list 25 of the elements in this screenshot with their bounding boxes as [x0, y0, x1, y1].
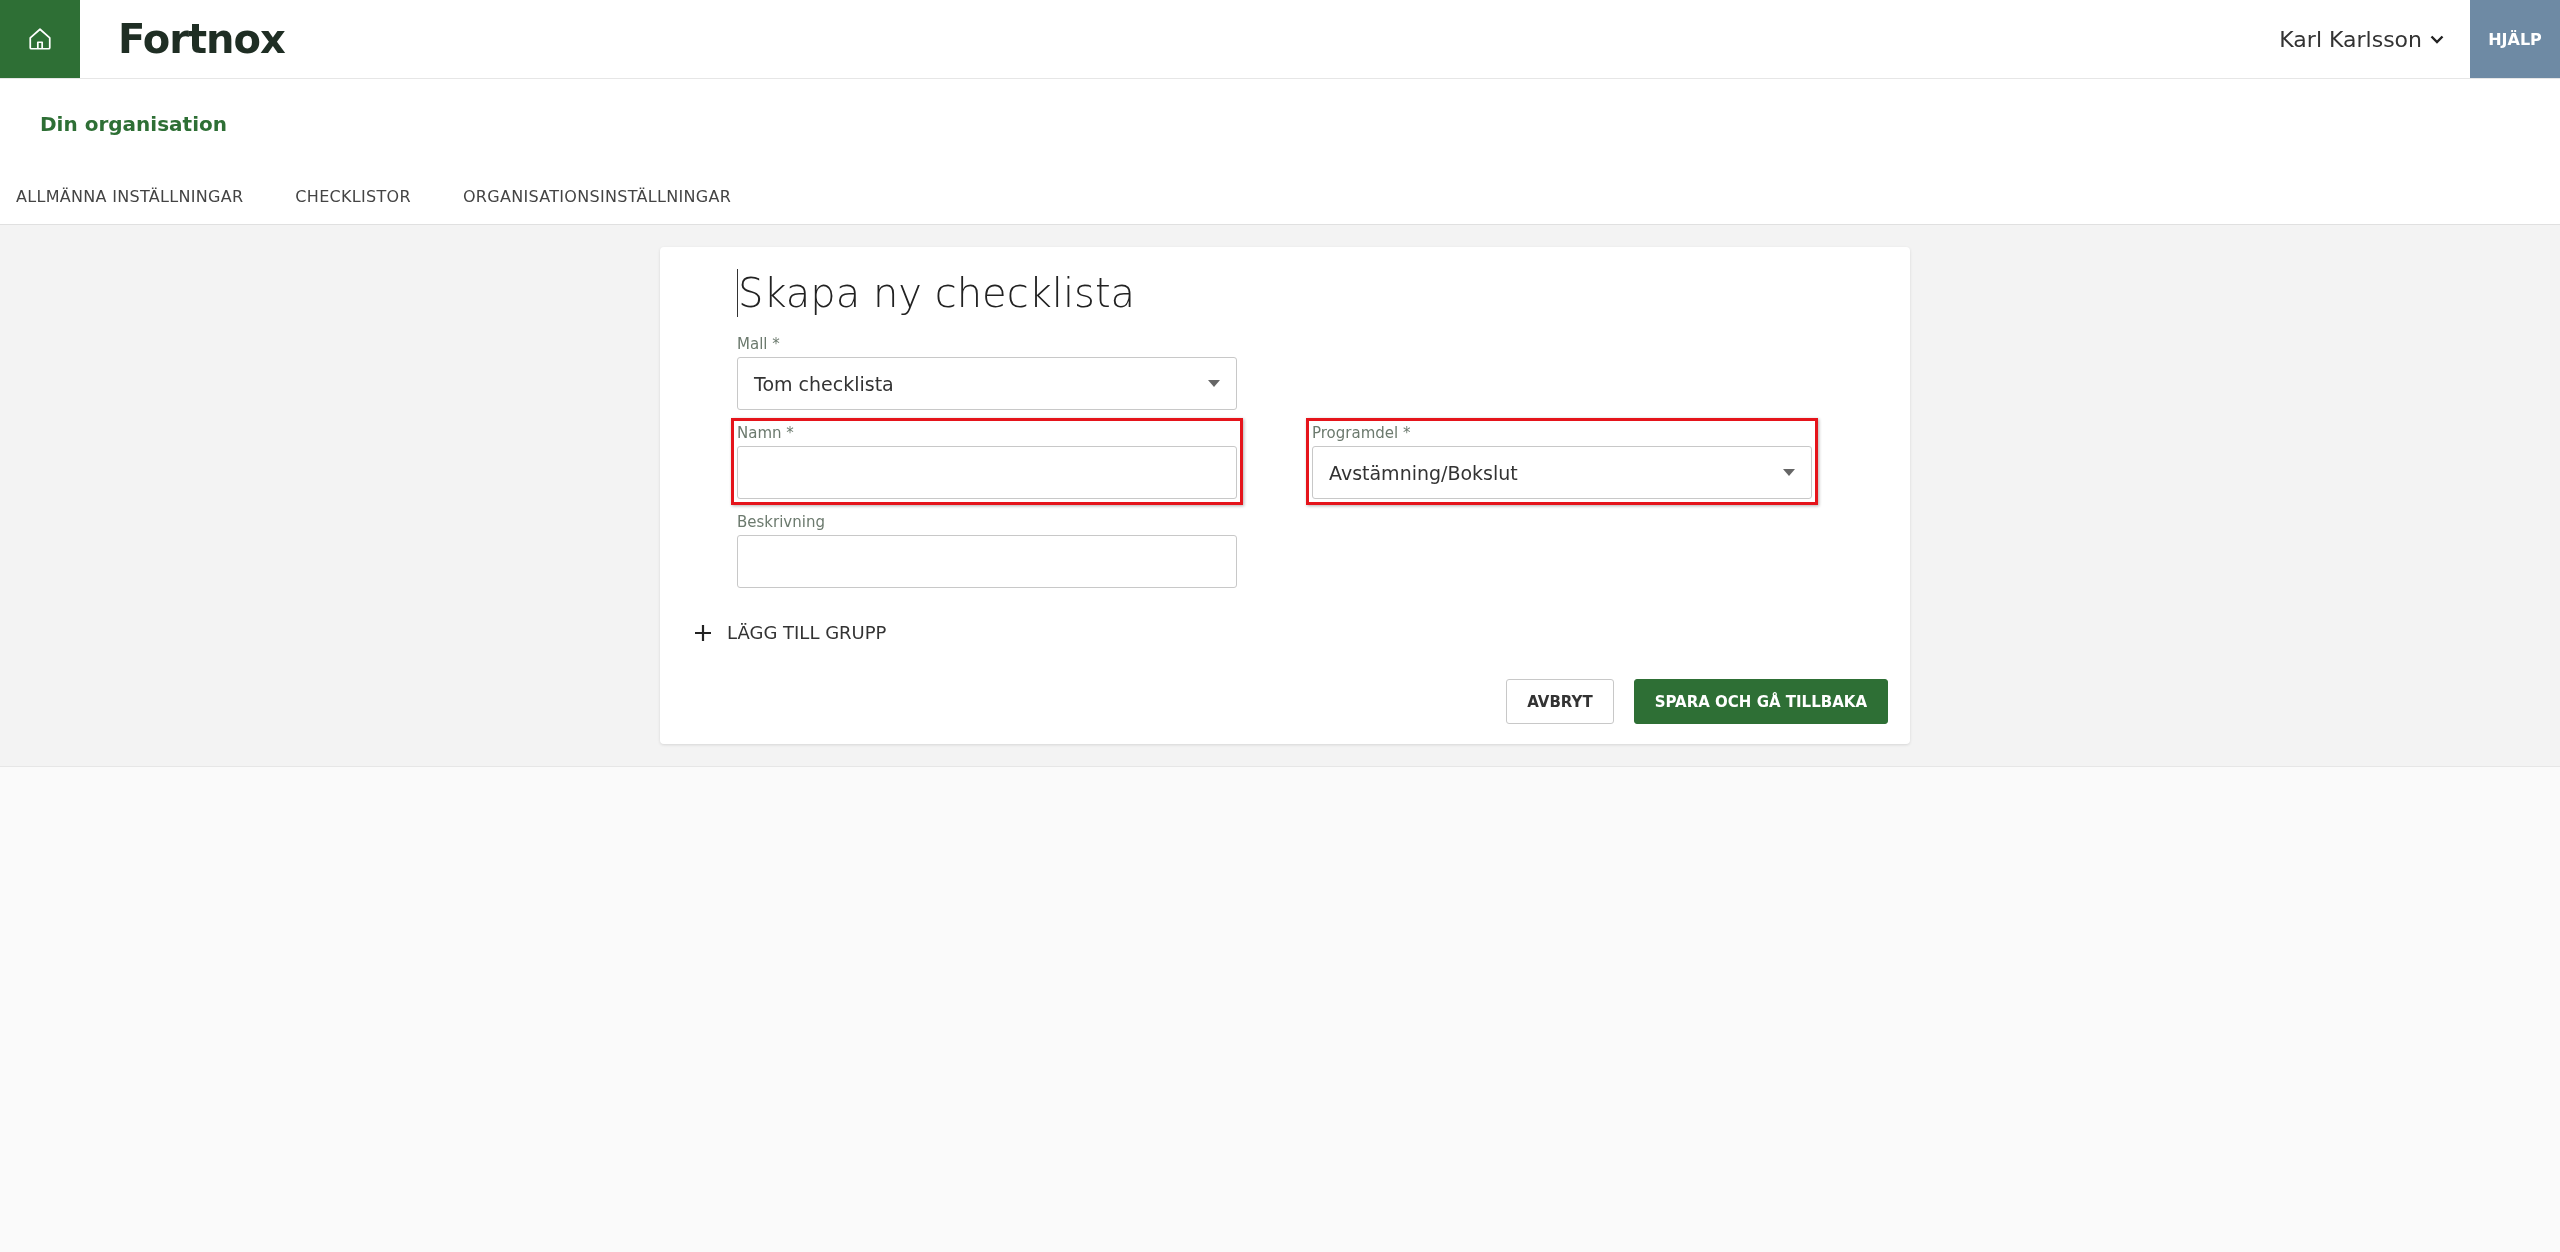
page-title: Din organisation — [40, 111, 227, 136]
tab[interactable]: ORGANISATIONSINSTÄLLNINGAR — [462, 186, 732, 206]
help-button[interactable]: HJÄLP — [2470, 0, 2560, 78]
field-label: Mall * — [737, 335, 781, 353]
chevron-down-icon — [2430, 34, 2444, 44]
cancel-button[interactable]: AVBRYT — [1506, 679, 1614, 724]
home-icon — [27, 26, 53, 52]
user-menu[interactable]: Karl Karlsson — [2273, 25, 2450, 53]
select-field[interactable]: Tom checklista — [737, 357, 1237, 410]
add-group-button[interactable]: LÄGG TILL GRUPP — [695, 622, 887, 643]
tab[interactable]: CHECKLISTOR — [295, 186, 411, 206]
field-label: Namn * — [737, 424, 795, 442]
save-button[interactable]: SPARA OCH GÅ TILLBAKA — [1633, 679, 1888, 724]
input-field[interactable] — [737, 446, 1237, 499]
form-title: Skapa ny checklista — [737, 269, 1888, 317]
home-button[interactable] — [0, 0, 80, 78]
dropdown-caret-icon — [1208, 380, 1220, 387]
dropdown-caret-icon — [1783, 469, 1795, 476]
field-label: Beskrivning — [737, 513, 826, 531]
select-field[interactable]: Avstämning/Bokslut — [1312, 446, 1812, 499]
tab[interactable]: ALLMÄNNA INSTÄLLNINGAR — [16, 186, 244, 206]
plus-icon — [695, 624, 711, 641]
logo: Fortnox — [118, 16, 285, 62]
input-field[interactable] — [737, 535, 1237, 588]
field-label: Programdel * — [1312, 424, 1412, 442]
